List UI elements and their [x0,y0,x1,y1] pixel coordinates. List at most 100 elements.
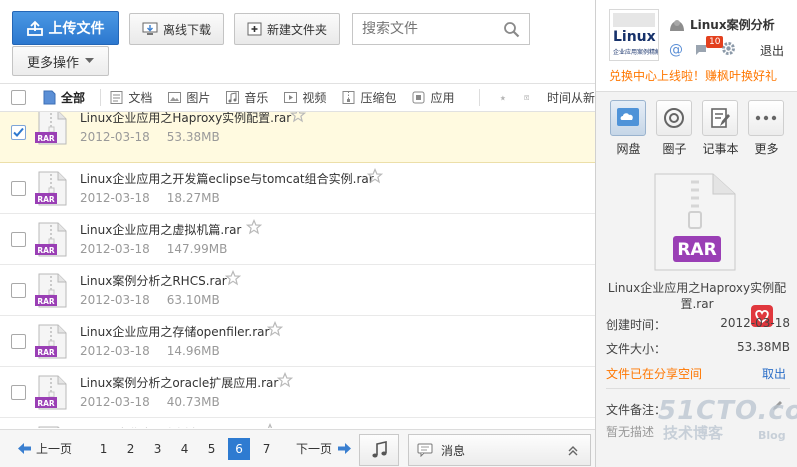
file-name[interactable]: Linux案例分析之RHCS.rar [80,272,227,289]
file-date: 2012-03-18 [80,344,150,358]
star-icon[interactable] [225,270,241,286]
search-box[interactable] [352,13,530,45]
avatar[interactable]: Linux 企业应用案例精解 [609,9,659,61]
page-number[interactable]: 6 [228,437,251,460]
file-name[interactable]: Linux案例分析之oracle扩展应用.rar [80,374,278,391]
music-player-button[interactable] [359,434,399,466]
file-name[interactable]: Linux企业应用之Haproxy实例配置.rar [80,112,291,126]
file-checkbox[interactable] [11,283,26,298]
prev-arrow-icon[interactable] [18,443,31,454]
file-checkbox[interactable] [11,385,26,400]
file-row[interactable]: RAR Linux企业应用之虚拟机篇.rar 2012-03-18 147.99MB [0,214,595,265]
size-row: 文件大小： 53.38MB [606,340,790,364]
username-label: Linux案例分析 [690,18,775,32]
page-number[interactable]: 3 [144,442,171,456]
app-cloud-drive[interactable]: 网盘 [610,100,647,157]
size-value: 53.38MB [737,340,790,354]
svg-text:RAR: RAR [37,246,55,255]
sort-label[interactable]: 时间从新 [547,89,595,106]
file-row[interactable]: RAR Linux案例分析之RHCS.rar 2012-03-18 63.10MB [0,265,595,316]
avatar-book-subtitle: 企业应用案例精解 [613,49,659,56]
prev-page-link[interactable]: 上一页 [36,440,72,457]
star-icon[interactable] [267,321,283,337]
search-input[interactable] [362,21,502,37]
video-icon [284,92,298,103]
rar-file-icon: RAR [35,222,67,257]
watermark-line1: 51CTO.com [658,396,797,426]
file-name[interactable]: Linux企业应用之存储openfiler.rar [80,323,269,340]
app-more-dots[interactable]: 更多 [748,100,785,157]
offline-download-button[interactable]: 离线下载 [129,13,224,45]
picture-icon [168,92,182,103]
star-icon[interactable] [367,168,383,184]
message-bar[interactable]: 消息 [408,434,591,466]
file-size: 40.73MB [166,395,220,409]
new-folder-button[interactable]: 新建文件夹 [234,13,340,45]
star-icon[interactable] [262,423,278,428]
promo-link[interactable]: 兑换中心上线啦！赚枫叶换好礼 [609,67,777,84]
file-row[interactable]: RAR Linux 企业应用案例之OSSIM.rar [0,418,595,428]
mention-icon[interactable]: @ [668,41,684,57]
file-row[interactable]: RAR Linux企业应用之开发篇eclipse与tomcat组合实例.rar 20… [0,163,595,214]
search-icon[interactable] [503,21,520,38]
double-chevron-up-icon[interactable] [568,446,578,456]
filter-video[interactable]: 视频 [283,89,326,106]
file-checkbox[interactable] [11,181,26,196]
file-date: 2012-03-18 [80,395,150,409]
size-label: 文件大小： [606,342,667,356]
new-folder-icon [247,22,262,36]
file-checkbox[interactable] [11,125,26,140]
star-icon[interactable] [246,219,262,235]
file-checkbox[interactable] [11,232,26,247]
more-actions-button[interactable]: 更多操作 [12,46,109,76]
file-meta: 2012-03-18 40.73MB [80,395,237,409]
app-circle[interactable]: 圈子 [656,100,693,157]
file-name[interactable]: Linux 企业应用案例之OSSIM.rar [80,425,260,428]
file-row[interactable]: RAR Linux企业应用之存储openfiler.rar 2012-03-18 14… [0,316,595,367]
svg-text:RAR: RAR [37,399,55,408]
app-switcher: 网盘 圈子 记事本 更多 [610,100,785,157]
file-name[interactable]: Linux企业应用之开发篇eclipse与tomcat组合实例.rar [80,170,374,187]
username[interactable]: Linux案例分析 [668,16,775,33]
star-icon[interactable] [290,112,306,123]
filter-documents[interactable]: 文档 [109,89,152,106]
avatar-book-title: Linux [613,29,656,45]
filter-archives-label: 压缩包 [360,91,397,105]
upload-button[interactable]: 上传文件 [12,11,119,45]
divider [606,388,790,389]
rar-preview-icon: RAR [654,173,736,271]
star-icon[interactable] [277,372,293,388]
svg-text:RAR: RAR [37,134,55,143]
logout-link[interactable]: 退出 [760,42,784,59]
next-page-link[interactable]: 下一页 [296,440,332,457]
filter-music[interactable]: 音乐 [225,89,268,106]
file-size: 14.96MB [166,344,220,358]
page-number[interactable]: 2 [117,442,144,456]
file-date: 2012-03-18 [80,242,150,256]
remove-share-link[interactable]: 取出 [762,365,786,382]
more-dots-icon [748,100,784,136]
next-arrow-icon[interactable] [338,443,352,454]
app-icon [412,91,425,104]
page-number[interactable]: 7 [253,442,280,456]
filter-all[interactable]: 全部 [42,89,85,106]
filter-archives[interactable]: 压缩包 [341,89,396,106]
svg-text:RAR: RAR [37,195,55,204]
pagination: 上一页 1234567 下一页 消息 [0,429,595,467]
select-all-checkbox[interactable] [11,90,26,105]
calendar-icon[interactable]: 5 [523,90,529,105]
file-date: 2012-03-18 [80,293,150,307]
message-label: 消息 [441,443,466,458]
page-number[interactable]: 1 [90,442,117,456]
filter-pictures[interactable]: 图片 [167,89,210,106]
star-filter-icon[interactable] [500,90,506,106]
cloud-drive-app: 上传文件 离线下载 新建文件夹 更多操作 全部 [0,0,797,467]
filter-apps[interactable]: 应用 [411,89,454,106]
file-row[interactable]: RAR Linux案例分析之oracle扩展应用.rar 2012-03-18 40.… [0,367,595,418]
page-number[interactable]: 4 [171,442,198,456]
file-row[interactable]: RAR Linux企业应用之Haproxy实例配置.rar 2012-03-18 53… [0,112,595,163]
page-number[interactable]: 5 [198,442,225,456]
file-name[interactable]: Linux企业应用之虚拟机篇.rar [80,221,241,238]
app-notepad[interactable]: 记事本 [702,100,739,157]
file-checkbox[interactable] [11,334,26,349]
